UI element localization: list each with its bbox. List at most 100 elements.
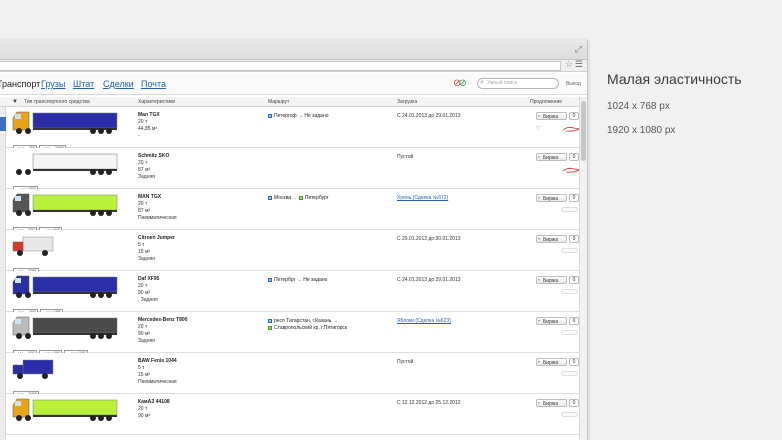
exchange-button[interactable]: ▾ Биржа: [536, 317, 567, 325]
toggle-switch[interactable]: [561, 289, 578, 294]
vehicle-spec: Задняя: [138, 174, 155, 180]
toggle-switch[interactable]: [561, 330, 578, 335]
origin-marker-icon: [268, 318, 272, 323]
dropdown-icon: ▾: [538, 195, 541, 200]
origin-marker-icon: [268, 195, 272, 200]
toggle-switch[interactable]: [561, 371, 578, 376]
dropdown-icon: ▾: [538, 236, 541, 241]
table-row[interactable]: н100нн177Citroen Jumper5 т15 м³ЗадняяС 2…: [6, 230, 579, 275]
vehicle-model: Mercedes-Benz T800: [138, 317, 188, 323]
count-badge[interactable]: 0: [569, 399, 579, 407]
nav-link-staff[interactable]: Штат: [73, 79, 94, 89]
smart-search-input[interactable]: ⌕ Умный поиск: [477, 78, 559, 89]
filter-small-icon[interactable]: ▽: [536, 125, 541, 132]
browser-titlebar: ⤢: [0, 40, 587, 60]
nav-current[interactable]: Транспорт: [0, 79, 40, 89]
vehicle-model: BAW Fenix 1044: [138, 358, 177, 364]
table-row[interactable]: м357ев26м345ее177Man TGX20 т44,85 м³-Пет…: [6, 107, 584, 152]
table-row[interactable]: КамАЗ 44108 20 т 90 м³ С 12.12.2012 до 25.1…: [6, 394, 579, 435]
count-badge[interactable]: 0: [569, 317, 579, 325]
vehicle-spec: 20 т: [138, 119, 148, 125]
bookmark-star-icon[interactable]: ☆: [565, 59, 573, 70]
vehicle-model: Man TGX: [138, 112, 160, 118]
paperclip-icon[interactable]: ⊘⊘: [453, 78, 467, 89]
load-info: С 24.01.2013 до 29.01.2013: [397, 277, 461, 283]
table-row[interactable]: м111оо26уу129026рр888826Mercedes-Benz T8…: [6, 312, 579, 357]
load-info: С 29.01.2013 до 30.01.2013: [397, 236, 461, 242]
table-row[interactable]: н100нн177BAW Fenix 10445 т15 м³Пневматич…: [6, 353, 579, 398]
nav-link-mail[interactable]: Почта: [141, 79, 166, 89]
browser-menu-icon[interactable]: ☰: [575, 59, 583, 70]
load-deal-link[interactable]: Хрень (Сделка №672): [397, 195, 448, 201]
filter-icon[interactable]: ▼: [12, 99, 18, 105]
route: респ Татарстан, г.Казань → Ставропольски…: [268, 318, 347, 332]
truck-image: [16, 153, 118, 175]
vehicle-spec: 15 м³: [138, 249, 151, 255]
expand-icon[interactable]: ⤢: [575, 44, 582, 55]
vehicle-spec: 44,85 м³: [138, 126, 158, 132]
scrollbar[interactable]: [579, 97, 587, 440]
logout-link[interactable]: Выход: [566, 81, 581, 87]
vehicle-spec: Задняя: [138, 256, 155, 262]
exchange-button[interactable]: ▾ Биржа: [536, 235, 567, 243]
vehicle-spec: 5 т: [138, 242, 145, 248]
exchange-button[interactable]: ▾ Биржа: [536, 194, 567, 202]
truck-image: [12, 275, 118, 298]
vehicle-spec: 87 м³: [138, 167, 151, 173]
dropdown-icon: ▾: [538, 154, 541, 159]
url-field[interactable]: [0, 61, 561, 71]
route: Москва → Петербург: [268, 195, 329, 202]
dropdown-icon: ▾: [538, 359, 541, 364]
scrollbar-thumb[interactable]: [581, 101, 586, 161]
exchange-button[interactable]: ▾ Биржа: [536, 399, 567, 407]
toggle-switch[interactable]: [561, 248, 578, 253]
load-info: Пустой: [397, 154, 414, 160]
vehicle-model: Schmitz SKO: [138, 153, 170, 159]
address-bar: ☆ ☰: [0, 59, 587, 72]
vehicle-model: КамАЗ 44108: [138, 399, 170, 405]
vehicle-spec: Пневматическая: [138, 215, 177, 221]
exchange-button[interactable]: ▾ Биржа: [536, 153, 567, 161]
origin-marker-icon: [268, 113, 272, 118]
col-header-continuation[interactable]: Продолжение: [530, 99, 562, 105]
count-badge[interactable]: 0: [569, 153, 579, 161]
destination-marker-icon: [268, 325, 272, 330]
count-badge[interactable]: 0: [569, 358, 579, 366]
exchange-button[interactable]: ▾ Биржа: [536, 112, 567, 120]
vehicle-spec: 20 т: [138, 283, 148, 289]
search-placeholder: Умный поиск: [487, 80, 517, 86]
table-row[interactable]: мм081026Schmitz SKO20 т87 м³ЗадняяПустой…: [6, 148, 584, 193]
vehicle-spec: 20 т: [138, 324, 148, 330]
col-header-type[interactable]: Тип транспортного средства: [24, 99, 90, 105]
vehicle-spec: 90 м³: [138, 331, 151, 337]
note-resolution-1: 1024 x 768 px: [607, 101, 670, 112]
search-icon: ⌕: [480, 79, 484, 86]
count-badge[interactable]: 0: [569, 276, 579, 284]
vehicle-spec: 90 м³: [138, 413, 151, 419]
exchange-button[interactable]: ▾ Биржа: [536, 358, 567, 366]
load-deal-link[interactable]: Яблоки (Сделка №623): [397, 318, 451, 324]
vehicle-spec: 20 т: [138, 201, 148, 207]
toggle-switch[interactable]: [561, 207, 578, 212]
exchange-button[interactable]: ▾ Биржа: [536, 276, 567, 284]
col-header-specs[interactable]: Характеристики: [138, 99, 175, 105]
table-row[interactable]: м574ек26уу446764MAN TGX20 т87 м³Пневмати…: [6, 189, 579, 234]
truck-image: [12, 359, 54, 379]
route: Петергоф → Не задано: [268, 113, 329, 120]
col-header-loading[interactable]: Загрузка: [397, 99, 417, 105]
vehicle-spec: 20 т: [138, 160, 148, 166]
toggle-switch[interactable]: [561, 412, 578, 417]
count-badge[interactable]: 0: [569, 194, 579, 202]
destination-marker-icon: [298, 195, 303, 200]
vehicle-spec: Задняя: [138, 338, 155, 344]
table-row[interactable]: м808ем26уу101127Daf XF9520 т90 м³, Задня…: [6, 271, 579, 316]
browser-window: ⤢ ☆ ☰ Транспорт Грузы Штат Сделки Почта …: [0, 40, 588, 440]
col-header-route[interactable]: Маршрут: [268, 99, 289, 105]
nav-link-deals[interactable]: Сделки: [103, 79, 134, 89]
route: Петербрг → Не задано: [268, 277, 327, 284]
vehicle-model: Daf XF95: [138, 276, 160, 282]
count-badge[interactable]: 0: [569, 235, 579, 243]
nav-link-cargo[interactable]: Грузы: [41, 79, 65, 89]
count-badge[interactable]: 0: [569, 112, 579, 120]
truck-image: [12, 316, 118, 339]
